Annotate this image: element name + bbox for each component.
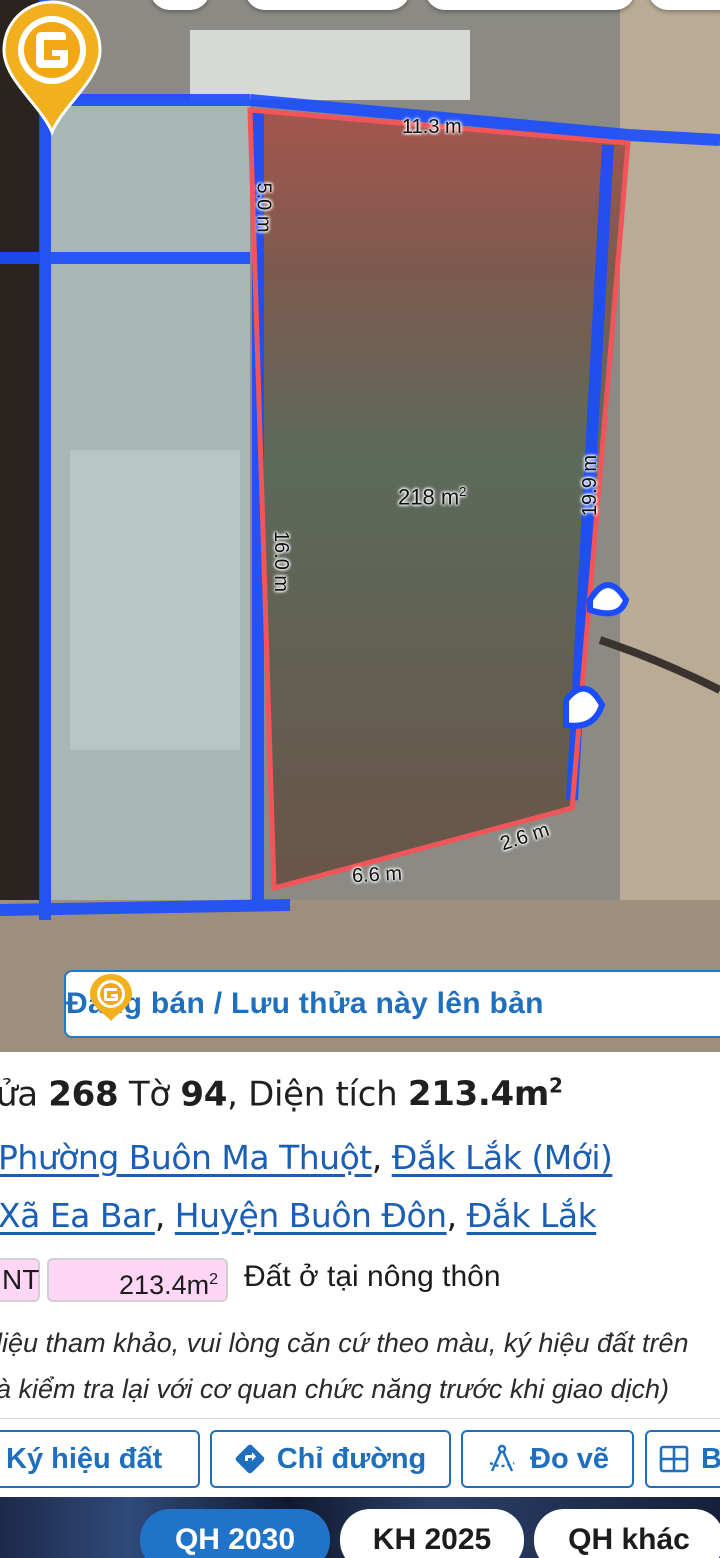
directions-icon — [235, 1444, 265, 1474]
map-marker-shape-2 — [563, 685, 606, 729]
land-use-area-value: 213.4m — [119, 1270, 210, 1300]
tab-qh-other[interactable]: QH khác — [534, 1509, 720, 1558]
neighbor-east — [620, 0, 720, 1052]
land-legend-label: Ký hiệu đất — [6, 1442, 163, 1475]
disclaimer-line-1: liệu tham khảo, vui lòng căn cứ theo màu… — [0, 1328, 689, 1358]
parcel-area: 213.4m2 — [408, 1074, 563, 1114]
grid-table-icon — [659, 1445, 689, 1473]
more-button[interactable]: B — [645, 1430, 720, 1488]
land-use-area-chip: 213.4m2 — [47, 1258, 228, 1302]
commune-link[interactable]: Xã Ea Bar — [0, 1196, 155, 1235]
map-dark-strip — [0, 0, 40, 1052]
neighbor-roof-light — [70, 450, 240, 750]
directions-label: Chỉ đường — [276, 1442, 427, 1475]
measure-draw-label: Đo vẽ — [530, 1442, 609, 1475]
parcel-area-sup-text: 2 — [549, 1074, 563, 1098]
dim-left-lower-label: 16.0 m — [270, 530, 293, 593]
parcel-area-sup: 2 — [459, 484, 467, 499]
land-use-name: Đất ở tại nông thôn — [244, 1260, 501, 1293]
top-chip-2[interactable] — [245, 0, 410, 10]
parcel-area-value: 218 m — [398, 484, 460, 510]
satellite-map[interactable] — [0, 0, 720, 1052]
parcel-title: ửa 268 Tờ 94, Diện tích 213.4m2 — [0, 1074, 563, 1114]
top-chip-3[interactable] — [425, 0, 635, 10]
top-chip-row — [0, 0, 720, 12]
dim-bottom-left-label: 6.6 m — [351, 862, 403, 888]
new-address: Phường Buôn Ma Thuột, Đắk Lắk (Mới) — [0, 1138, 613, 1177]
directions-button[interactable]: Chỉ đường — [210, 1430, 451, 1488]
dim-left-upper-label: 5.0 m — [252, 182, 275, 233]
title-prefix: ửa — [0, 1074, 49, 1115]
g-logo-icon — [90, 974, 132, 1021]
top-chip-1[interactable] — [150, 0, 210, 10]
sheet-label: Tờ — [118, 1074, 181, 1115]
building-top — [190, 30, 470, 100]
land-use-area-sup: 2 — [209, 1271, 218, 1288]
disclaimer-line-2: à kiểm tra lại với cơ quan chức năng trư… — [0, 1374, 669, 1404]
parcel-area-value-text: 213.4m — [407, 1074, 550, 1115]
land-use-row: NT 213.4m2 Đất ở tại nông thôn — [0, 1258, 720, 1304]
top-chip-4[interactable] — [648, 0, 720, 10]
parcel-number: 268 — [48, 1074, 119, 1115]
post-parcel-banner[interactable]: Đăng bán / Lưu thửa này lên bản — [64, 970, 720, 1038]
map-marker-shape-1 — [587, 582, 630, 617]
address-separator: , — [371, 1138, 392, 1177]
address-separator: , — [154, 1196, 175, 1235]
tab-qh-2030[interactable]: QH 2030 — [140, 1509, 330, 1558]
map-view[interactable]: 11.3 m 5.0 m 16.0 m 19.9 m 2.6 m 6.6 m 2… — [0, 0, 720, 1052]
dim-top-label: 11.3 m — [402, 116, 462, 138]
province-new-link[interactable]: Đắk Lắk (Mới) — [392, 1138, 613, 1177]
province-old-link[interactable]: Đắk Lắk — [467, 1196, 597, 1235]
parcel-area-label: 218 m2 — [398, 484, 466, 510]
parcel-info-panel: ửa 268 Tờ 94, Diện tích 213.4m2 Phường B… — [0, 1052, 720, 1502]
more-label: B — [701, 1442, 720, 1475]
planning-tab-bar: QH 2030 KH 2025 QH khác — [0, 1497, 720, 1558]
land-legend-button[interactable]: Ký hiệu đất — [0, 1430, 200, 1488]
location-pin-icon[interactable] — [0, 0, 104, 136]
divider — [0, 1418, 720, 1419]
measure-draw-button[interactable]: Đo vẽ — [461, 1430, 634, 1488]
land-use-code-chip: NT — [0, 1258, 40, 1302]
address-separator: , — [446, 1196, 467, 1235]
old-address: Xã Ea Bar, Huyện Buôn Đôn, Đắk Lắk — [0, 1196, 597, 1235]
area-label: , Diện tích — [227, 1074, 408, 1115]
compass-draw-icon — [486, 1443, 518, 1475]
district-link[interactable]: Huyện Buôn Đôn — [175, 1196, 447, 1235]
ward-link[interactable]: Phường Buôn Ma Thuột — [0, 1138, 372, 1177]
tab-kh-2025[interactable]: KH 2025 — [340, 1509, 524, 1558]
dim-right-label: 19.9 m — [579, 454, 602, 517]
banner-text: Đăng bán / Lưu thửa này lên bản — [66, 987, 544, 1020]
sheet-number: 94 — [180, 1074, 228, 1115]
action-buttons: Ký hiệu đất Chỉ đường Đo vẽ B — [0, 1430, 720, 1490]
